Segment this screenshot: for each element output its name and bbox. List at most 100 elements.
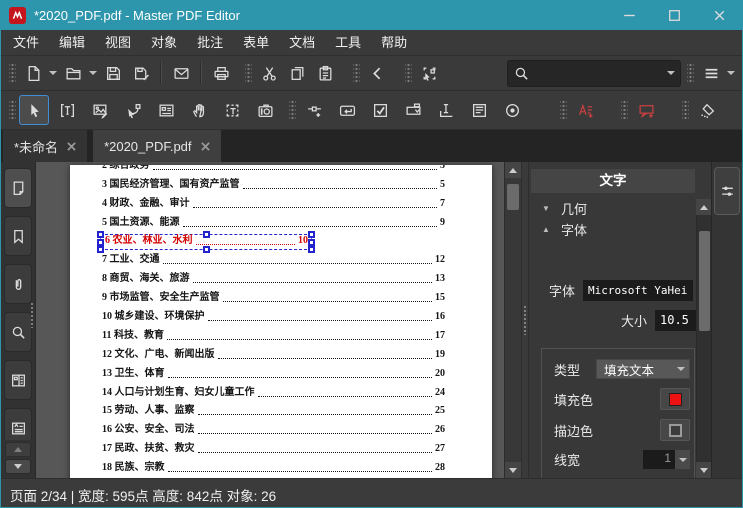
tab-close-button[interactable] — [67, 141, 76, 151]
sidebar-scroll-down-button[interactable] — [5, 459, 31, 474]
stroke-color-button[interactable] — [660, 419, 690, 441]
document-scrollbar[interactable] — [504, 162, 521, 478]
menu-button[interactable] — [697, 59, 725, 87]
toc-row[interactable]: 13 卫生、体育 20 — [70, 364, 492, 383]
new-document-button[interactable] — [19, 59, 47, 87]
selection-handle[interactable] — [97, 231, 104, 239]
properties-tab-button[interactable] — [714, 167, 740, 215]
panel-scrollbar[interactable] — [696, 199, 711, 478]
selection-handle[interactable] — [97, 246, 104, 254]
fill-color-button[interactable] — [660, 388, 690, 410]
screenshot-button[interactable] — [250, 95, 280, 125]
text-field-button[interactable] — [431, 95, 461, 125]
maximize-button[interactable] — [652, 0, 697, 30]
enter-key-button[interactable] — [332, 95, 362, 125]
scroll-up-icon[interactable] — [505, 162, 521, 178]
menu-item[interactable]: 表单 — [233, 30, 279, 55]
toc-row[interactable]: 14 人口与计划生育、妇女儿童工作 24 — [70, 383, 492, 402]
selection-handle[interactable] — [202, 246, 210, 254]
combobox-button[interactable] — [398, 95, 428, 125]
search-doc-button[interactable] — [4, 312, 32, 352]
toolbar-grip[interactable] — [9, 99, 16, 121]
document-tab[interactable]: *未命名 — [3, 130, 88, 162]
toc-row[interactable]: 9 市场监管、安全生产监管 15 — [70, 288, 492, 307]
menu-item[interactable]: 对象 — [141, 30, 187, 55]
toc-row[interactable]: 10 城乡建设、环境保护 16 — [70, 307, 492, 326]
font-family-input[interactable]: Microsoft YaHei — [583, 280, 693, 301]
toolbar-grip[interactable] — [405, 62, 412, 84]
document-tab[interactable]: *2020_PDF.pdf — [93, 130, 221, 162]
dropdown-caret[interactable] — [725, 59, 737, 87]
toc-row[interactable]: 16 公安、安全、司法 26 — [70, 420, 492, 439]
toc-row[interactable]: 12 文化、广电、新闻出版 19 — [70, 345, 492, 364]
toolbar-grip[interactable] — [353, 62, 360, 84]
add-node-button[interactable] — [299, 95, 329, 125]
toc-row[interactable]: 5 国土资源、能源 9 — [70, 213, 492, 232]
sidebar-grip[interactable] — [30, 302, 35, 328]
toc-row[interactable]: 7 工业、交通 12 — [70, 250, 492, 269]
font-size-input[interactable]: 10.5 — [655, 310, 701, 331]
document-area[interactable]: 2 综合政务 3 3 国民经济管理、国有资产监管 5 4 财政、金融、审计 7 5 国土资源… — [36, 162, 521, 478]
back-button[interactable] — [363, 59, 391, 87]
save-as-button[interactable] — [127, 59, 155, 87]
email-button[interactable] — [167, 59, 195, 87]
hand-button[interactable] — [184, 95, 214, 125]
toc-row[interactable]: 4 财政、金融、审计 7 — [70, 194, 492, 213]
toolbar-grip[interactable] — [560, 99, 567, 121]
dropdown-caret[interactable] — [47, 59, 59, 87]
menu-item[interactable]: 编辑 — [49, 30, 95, 55]
checkbox-button[interactable] — [365, 95, 395, 125]
select-text-button[interactable] — [217, 95, 247, 125]
close-button[interactable] — [697, 0, 742, 30]
toolbar-grip[interactable] — [687, 62, 694, 84]
toolbar-grip[interactable] — [289, 99, 296, 121]
screen-select-button[interactable] — [415, 59, 443, 87]
toc-row[interactable]: 6 农业、林业、水利 10 — [70, 231, 492, 254]
line-width-spinner[interactable]: 1 — [643, 450, 690, 469]
toolbar-grip[interactable] — [9, 62, 16, 84]
toolbar-grip[interactable] — [682, 99, 689, 121]
attachments-button[interactable] — [4, 264, 32, 304]
toc-row[interactable]: 3 国民经济管理、国有资产监管 5 — [70, 175, 492, 194]
toolbar-grip[interactable] — [245, 62, 252, 84]
print-button[interactable] — [207, 59, 235, 87]
menu-item[interactable]: 帮助 — [371, 30, 417, 55]
menu-item[interactable]: 工具 — [325, 30, 371, 55]
toc-row[interactable]: 18 民族、宗教 28 — [70, 458, 492, 477]
scroll-down-icon[interactable] — [505, 462, 521, 478]
panel-scrollbar-thumb[interactable] — [698, 231, 710, 331]
listbox-button[interactable] — [464, 95, 494, 125]
form-fields-button[interactable] — [4, 360, 32, 400]
edit-image-button[interactable] — [85, 95, 115, 125]
minimize-button[interactable] — [607, 0, 652, 30]
bookmarks-button[interactable] — [4, 216, 32, 256]
selection-handle[interactable] — [308, 246, 315, 254]
selection-handle[interactable] — [97, 238, 104, 246]
toolbar-grip[interactable] — [621, 99, 628, 121]
toc-row[interactable]: 11 科技、教育 17 — [70, 326, 492, 345]
menu-item[interactable]: 视图 — [95, 30, 141, 55]
search-dropdown-caret-icon[interactable] — [667, 71, 675, 75]
panel-scroll-up-icon[interactable] — [696, 199, 711, 215]
selection-handle[interactable] — [202, 231, 210, 239]
callout-annotation-button[interactable] — [631, 95, 661, 125]
radio-button-button[interactable] — [497, 95, 527, 125]
menu-item[interactable]: 文档 — [279, 30, 325, 55]
text-type-dropdown[interactable]: 填充文本 — [596, 359, 690, 379]
selection-handle[interactable] — [308, 231, 315, 239]
section-font[interactable]: ▲ 字体 — [529, 219, 711, 240]
search-input[interactable] — [530, 65, 667, 81]
pdf-page[interactable]: 2 综合政务 3 3 国民经济管理、国有资产监管 5 4 财政、金融、审计 7 5 国土资源… — [70, 165, 492, 478]
dropdown-caret[interactable] — [87, 59, 99, 87]
selected-text-object[interactable]: 6 农业、林业、水利 10 — [97, 231, 315, 254]
open-folder-button[interactable] — [59, 59, 87, 87]
panel-scroll-down-icon[interactable] — [696, 462, 711, 478]
cut-button[interactable] — [255, 59, 283, 87]
toc-row[interactable]: 2 综合政务 3 — [70, 165, 492, 175]
toc-row[interactable]: 17 民政、扶贫、救灾 27 — [70, 439, 492, 458]
menu-item[interactable]: 文件 — [3, 30, 49, 55]
select-pointer-button[interactable] — [19, 95, 49, 125]
scrollbar-thumb[interactable] — [507, 184, 519, 210]
edit-forms-button[interactable] — [151, 95, 181, 125]
tab-close-button[interactable] — [200, 141, 210, 151]
